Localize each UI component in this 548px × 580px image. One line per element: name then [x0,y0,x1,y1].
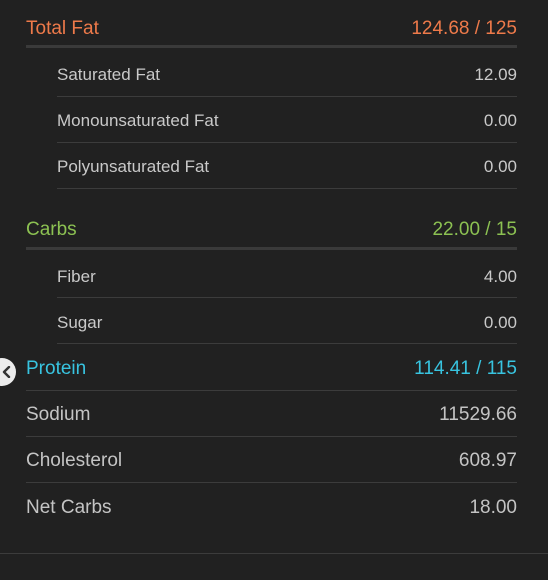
divider [57,343,517,344]
divider [26,45,517,48]
nutrient-value: 11529.66 [439,404,517,425]
nutrient-value: 608.97 [458,450,517,471]
nutrient-label: Sodium [26,404,91,425]
divider [26,482,517,483]
nutrient-label: Monounsaturated Fat [57,111,219,130]
net-carbs-row: Net Carbs 18.00 [26,485,517,531]
collapse-button[interactable] [0,358,16,386]
monounsaturated-fat-row: Monounsaturated Fat 0.00 [57,98,517,144]
carbs-row[interactable]: Carbs 22.00 / 15 [26,208,517,252]
nutrient-label: Fiber [57,267,96,286]
total-fat-value: 124.68 / 125 [411,18,517,39]
nutrition-breakdown: Total Fat 124.68 / 125 Saturated Fat 12.… [0,0,548,580]
divider [57,188,517,189]
nutrient-label: Polyunsaturated Fat [57,157,210,176]
nutrient-value: 0.00 [483,313,517,332]
nutrient-label: Sugar [57,313,103,332]
protein-row[interactable]: Protein 114.41 / 115 [26,346,517,392]
divider [57,96,517,97]
cholesterol-row: Cholesterol 608.97 [26,438,517,484]
divider [26,390,517,391]
nutrient-value: 0.00 [483,111,517,130]
nutrient-value: 0.00 [483,157,517,176]
nutrient-label: Net Carbs [26,497,112,518]
total-fat-label: Total Fat [26,18,99,39]
saturated-fat-row: Saturated Fat 12.09 [57,52,517,98]
polyunsaturated-fat-row: Polyunsaturated Fat 0.00 [57,144,517,190]
nutrient-label: Cholesterol [26,450,123,471]
chevron-left-icon [2,366,11,378]
fiber-row: Fiber 4.00 [57,254,517,300]
divider [26,247,517,250]
divider [26,436,517,437]
sugar-row: Sugar 0.00 [57,300,517,346]
nutrient-value: 4.00 [483,267,517,286]
protein-label: Protein [26,358,87,379]
nutrient-value: 12.09 [474,65,517,84]
nutrient-label: Saturated Fat [57,65,161,84]
protein-value: 114.41 / 115 [414,358,517,379]
carbs-label: Carbs [26,219,77,240]
nutrient-value: 18.00 [469,497,517,518]
carbs-value: 22.00 / 15 [432,219,517,240]
sodium-row: Sodium 11529.66 [26,392,517,438]
divider [57,142,517,143]
divider [0,553,548,554]
divider [57,297,517,298]
